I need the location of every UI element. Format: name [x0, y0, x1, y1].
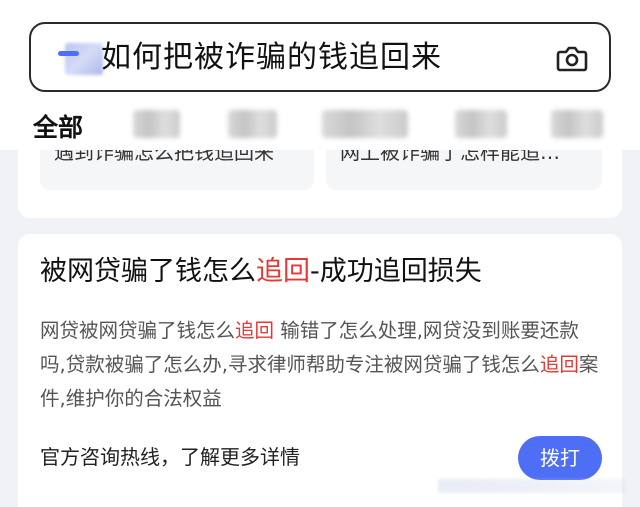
ad-result-card[interactable]: 被网贷骗了钱怎么追回-成功追回损失 网贷被网贷骗了钱怎么追回 输错了怎么处理,网… — [18, 234, 622, 507]
tab-blurred-5[interactable] — [551, 110, 603, 138]
tab-all[interactable]: 全部 — [33, 108, 83, 144]
related-search-chip[interactable]: 遇到诈骗怎么把钱追回来 — [40, 150, 314, 190]
hotline-text: 官方咨询热线，了解更多详情 — [40, 445, 300, 469]
desc-highlight: 追回 — [235, 319, 275, 342]
related-search-label: 网上被诈骗了怎样能追… — [340, 150, 560, 164]
title-text: 被网贷骗了钱怎么 — [40, 256, 256, 287]
result-title[interactable]: 被网贷骗了钱怎么追回-成功追回损失 — [40, 254, 482, 290]
result-description: 网贷被网贷骗了钱怎么追回 输错了怎么处理,网贷没到账要还款吗,贷款被骗了怎么办,… — [40, 314, 600, 416]
desc-text: 网贷被网贷骗了钱怎么 — [40, 319, 236, 342]
tab-bar: 全部 — [0, 100, 640, 150]
watermark — [438, 479, 626, 493]
tab-blurred-3[interactable] — [322, 110, 408, 138]
tab-blurred-2[interactable] — [228, 110, 277, 138]
related-search-chip[interactable]: 网上被诈骗了怎样能追… — [326, 150, 602, 190]
desc-highlight: 追回 — [539, 353, 579, 376]
search-query[interactable]: 如何把被诈骗的钱追回来 — [101, 39, 442, 77]
related-searches-card: 遇到诈骗怎么把钱追回来 网上被诈骗了怎样能追… — [18, 150, 622, 218]
call-button[interactable]: 拨打 — [518, 436, 602, 480]
camera-icon[interactable] — [555, 41, 589, 75]
tab-active-indicator — [58, 51, 79, 56]
title-text: -成功追回损失 — [310, 256, 482, 287]
tab-blurred-1[interactable] — [133, 110, 180, 138]
search-box[interactable]: 如何把被诈骗的钱追回来 — [29, 22, 611, 92]
top-bar: 如何把被诈骗的钱追回来 全部 — [0, 0, 640, 150]
blurred-image-icon — [65, 43, 103, 75]
title-highlight: 追回 — [256, 256, 310, 287]
related-search-label: 遇到诈骗怎么把钱追回来 — [54, 150, 274, 164]
tab-blurred-4[interactable] — [455, 110, 507, 138]
